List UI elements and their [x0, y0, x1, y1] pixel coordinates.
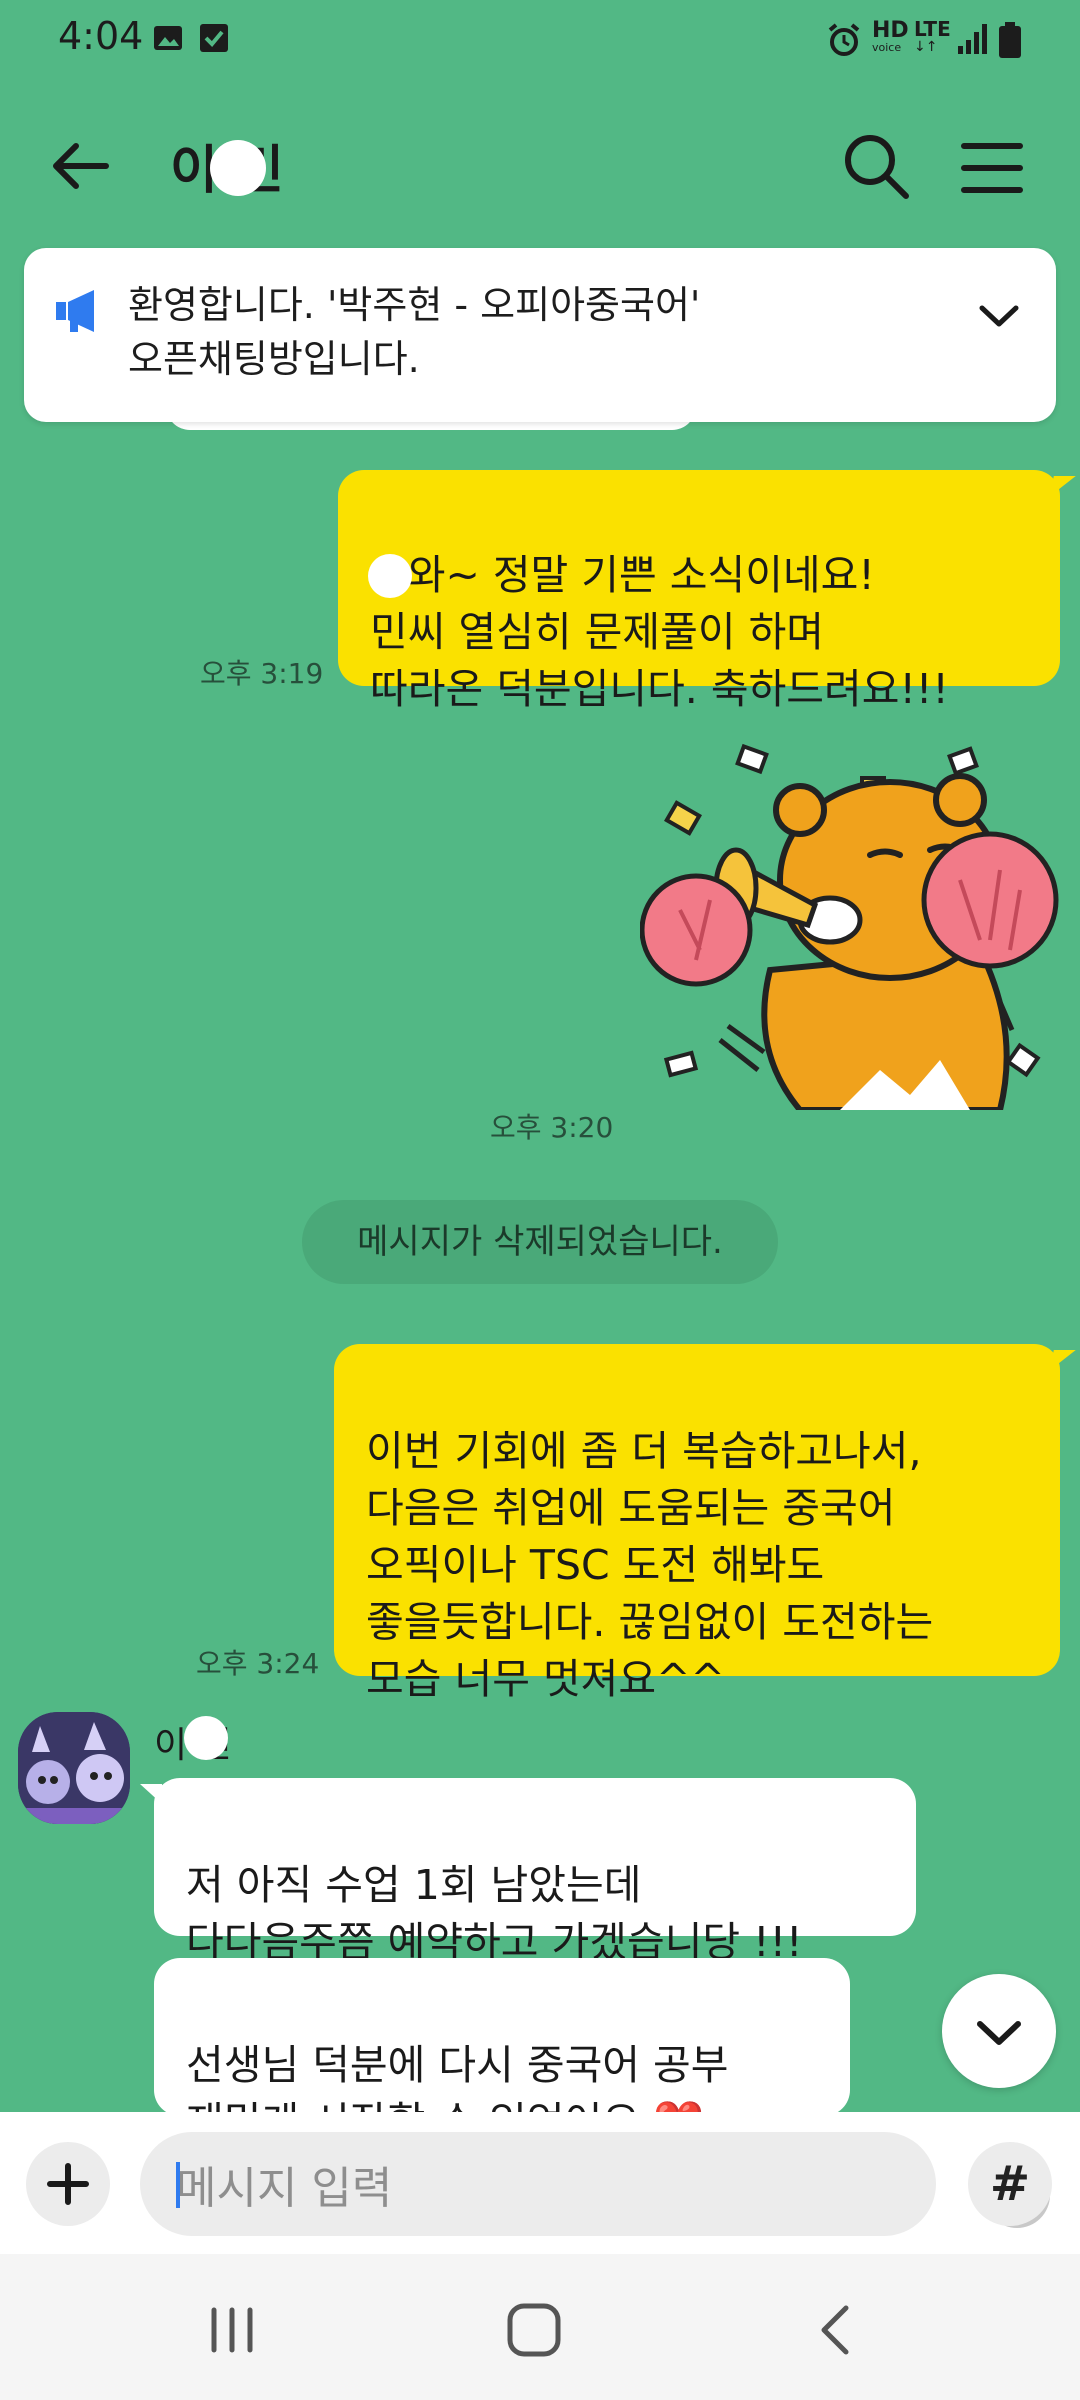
back-arrow-icon[interactable]	[46, 130, 118, 202]
hd-voice-icon: HD voice	[872, 20, 912, 54]
signal-icon	[958, 24, 987, 54]
input-placeholder: 메시지 입력	[176, 2163, 393, 2214]
message-input[interactable]: 메시지 입력	[140, 2132, 1050, 2236]
lte-icon: LTE ↓↑	[914, 18, 954, 54]
system-nav-bar	[0, 2254, 1080, 2400]
chevron-down-icon[interactable]	[974, 290, 1024, 340]
my-message-bubble[interactable]: 이번 기회에 좀 더 복습하고나서, 다음은 취업에 도움되는 중국어 오픽이나…	[334, 1344, 1060, 1703]
other-message-bubble[interactable]: 저 아직 수업 1회 남았는데 다다음주쯤 예약하고 가겠습니당 !!!	[140, 1778, 916, 1966]
back-icon[interactable]	[796, 2290, 876, 2370]
message-text: 이번 기회에 좀 더 복습하고나서, 다음은 취업에 도움되는 중국어 오픽이나…	[366, 1427, 934, 1703]
avatar[interactable]	[18, 1712, 130, 1824]
redaction-mark	[210, 140, 266, 196]
chat-header: 이 민	[0, 110, 1080, 220]
status-time: 4:04	[58, 14, 144, 58]
message-time: 오후 3:20	[490, 1111, 614, 1144]
hashtag-button[interactable]: #	[968, 2142, 1052, 2226]
home-icon[interactable]	[494, 2290, 574, 2370]
hamburger-menu-icon[interactable]	[956, 132, 1028, 204]
search-icon[interactable]	[838, 128, 914, 204]
plus-icon	[47, 2163, 89, 2205]
message-text: 우와~ 정말 기쁜 소식이네요! 민씨 열심히 문제풀이 하며 따라온 덕분입니…	[370, 551, 949, 713]
checkbox-icon	[200, 24, 228, 52]
notice-text: 환영합니다. '박주현 - 오피아중국어' 오픈채팅방입니다.	[128, 283, 701, 381]
chevron-down-icon	[977, 2021, 1021, 2045]
redaction-mark	[184, 1716, 228, 1760]
ryan-cheer-sticker[interactable]	[640, 730, 1060, 1110]
status-bar: 4:04 HD voice LTE ↓↑	[0, 0, 1080, 78]
other-message-bubble[interactable]: 선생님 덕분에 다시 중국어 공부 재밌게 시작할 수 있었어요 ❤️	[154, 1958, 850, 2146]
notice-banner[interactable]: 환영합니다. '박주현 - 오피아중국어' 오픈채팅방입니다.	[24, 248, 1056, 422]
my-message-bubble[interactable]: 우와~ 정말 기쁜 소식이네요! 민씨 열심히 문제풀이 하며 따라온 덕분입니…	[338, 470, 1060, 713]
gallery-icon	[154, 26, 182, 50]
lte-label: LTE	[914, 17, 951, 41]
text-caret	[176, 2162, 180, 2208]
message-time: 오후 3:24	[196, 1647, 320, 1680]
hd-label: HD	[872, 18, 909, 43]
message-time: 오후 3:19	[200, 657, 324, 690]
battery-icon	[999, 22, 1021, 58]
avatar-image	[18, 1712, 130, 1824]
alarm-icon	[828, 23, 860, 56]
voice-label: voice	[872, 41, 902, 54]
message-text: 저 아직 수업 1회 남았는데 다다음주쯤 예약하고 가겠습니당 !!!	[186, 1861, 803, 1966]
recent-apps-icon[interactable]	[192, 2290, 272, 2370]
scroll-to-bottom-button[interactable]	[942, 1974, 1056, 2088]
redaction-mark	[368, 554, 412, 598]
attach-button[interactable]	[26, 2142, 110, 2226]
message-input-bar: 메시지 입력 #	[0, 2112, 1080, 2254]
megaphone-icon	[56, 290, 94, 332]
deleted-message-notice: 메시지가 삭제되었습니다.	[302, 1200, 778, 1284]
